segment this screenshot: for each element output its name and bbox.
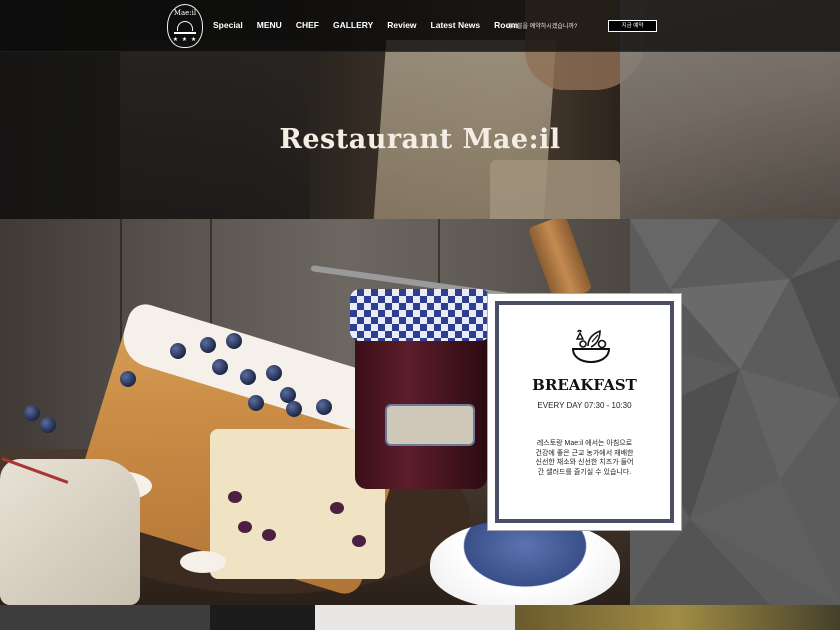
- baked-blueberry: [330, 502, 344, 514]
- menu-item-special[interactable]: Special: [213, 20, 243, 30]
- card-title: BREAKFAST: [532, 376, 637, 394]
- menu-item-latest-news[interactable]: Latest News: [431, 20, 481, 30]
- blueberry: [120, 371, 136, 387]
- reservation-question: 테이블을 예약하시겠습니까?: [506, 24, 578, 30]
- jar-gingham-cover: [350, 289, 490, 341]
- salad-bowl-icon: [571, 329, 611, 364]
- logo-text: Mae:il: [173, 9, 197, 17]
- blueberry: [40, 417, 56, 433]
- glaze-drip: [180, 551, 226, 573]
- blueberry: [212, 359, 228, 375]
- blueberry: [286, 401, 302, 417]
- blueberry: [200, 337, 216, 353]
- menu-item-gallery[interactable]: GALLERY: [333, 20, 373, 30]
- preview-tile: [515, 605, 840, 630]
- plate-icon: [174, 32, 196, 34]
- menu-item-review[interactable]: Review: [387, 20, 416, 30]
- breakfast-card[interactable]: BREAKFAST EVERY DAY 07:30 - 10:30 레스토랑 M…: [488, 294, 681, 530]
- blueberry: [316, 399, 332, 415]
- reserve-now-button[interactable]: 지금 예약: [608, 20, 657, 32]
- blueberry: [24, 405, 40, 421]
- baked-blueberry: [262, 529, 276, 541]
- brand-logo[interactable]: Mae:il ★ ★ ★: [167, 4, 203, 48]
- baked-blueberry: [238, 521, 252, 533]
- top-navigation: Mae:il ★ ★ ★ Special MENU CHEF GALLERY R…: [0, 0, 840, 52]
- preview-tile: [315, 605, 515, 630]
- card-frame: BREAKFAST EVERY DAY 07:30 - 10:30 레스토랑 M…: [495, 301, 674, 523]
- desc-line: 건강에 좋은 근교 농가에서 재배한: [535, 449, 634, 457]
- blueberry: [226, 333, 242, 349]
- desc-line: 신선한 채소와 신선한 치즈가 들어: [535, 459, 634, 466]
- card-description: 레스토랑 Mae:il 에서는 아침으로 건강에 좋은 근교 농가에서 재배한 …: [517, 439, 652, 477]
- hero-title: Restaurant Mae:il: [279, 124, 561, 155]
- main-menu: Special MENU CHEF GALLERY Review Latest …: [213, 20, 532, 30]
- next-section-preview: [0, 605, 840, 630]
- preview-tile: [0, 605, 210, 630]
- menu-item-menu[interactable]: MENU: [257, 20, 282, 30]
- desc-line: 간 샐러드를 즐기실 수 있습니다.: [537, 468, 632, 476]
- baked-blueberry: [228, 491, 242, 503]
- jar-label: [385, 404, 475, 446]
- whisk-handle: [527, 219, 593, 304]
- linen-napkin: [0, 459, 140, 605]
- blueberry: [240, 369, 256, 385]
- blueberry: [170, 343, 186, 359]
- preview-tile: [210, 605, 315, 630]
- blueberry: [266, 365, 282, 381]
- desc-line: 레스토랑 Mae:il 에서는 아침으로: [536, 440, 633, 447]
- logo-stars: ★ ★ ★: [172, 37, 198, 43]
- menu-item-chef[interactable]: CHEF: [296, 20, 319, 30]
- blueberry: [248, 395, 264, 411]
- blueberry-bowl: [430, 519, 620, 605]
- card-hours: EVERY DAY 07:30 - 10:30: [537, 401, 632, 410]
- cloche-icon: [177, 21, 193, 31]
- baked-blueberry: [352, 535, 366, 547]
